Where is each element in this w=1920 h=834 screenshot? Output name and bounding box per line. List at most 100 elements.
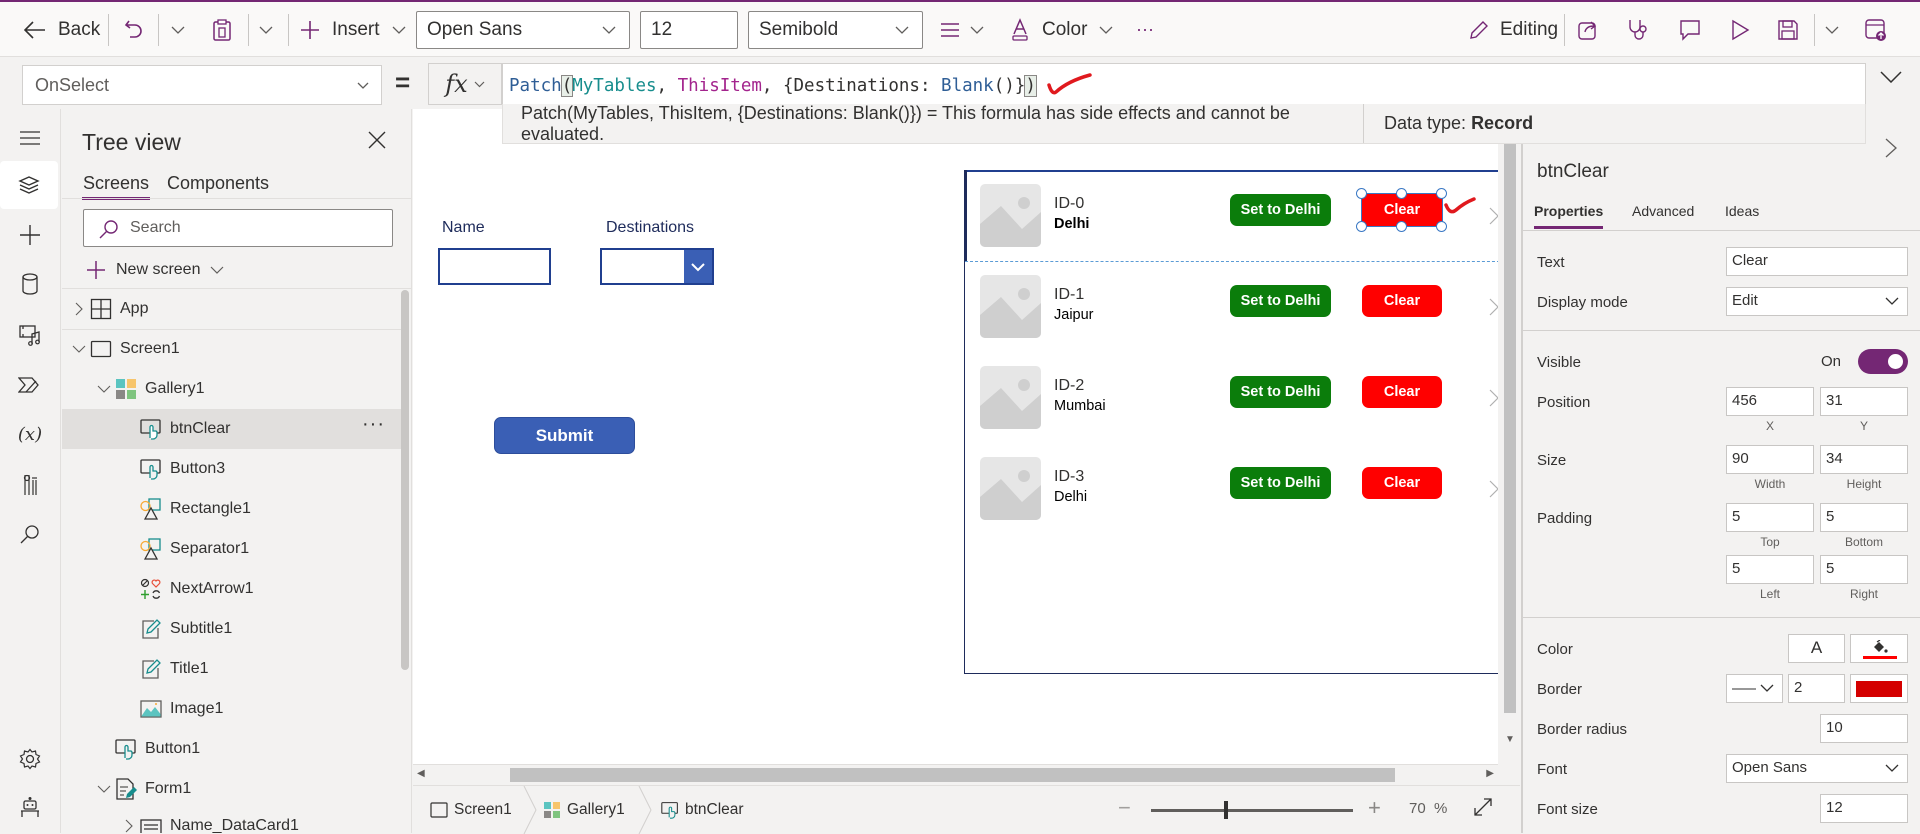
gallery-row[interactable]: ID-0 Delhi Set to Delhi Clear: [965, 171, 1498, 262]
rail-search-button[interactable]: [0, 510, 60, 558]
tree-item-btnclear[interactable]: btnClear ···: [62, 409, 402, 449]
resize-handle[interactable]: [1356, 188, 1367, 199]
collapse-panel-button[interactable]: [1885, 138, 1897, 158]
tree-item-form1[interactable]: Form1: [62, 769, 402, 809]
gallery[interactable]: ID-0 Delhi Set to Delhi Clear ID-1 Jaipu…: [964, 170, 1498, 674]
padding-top-input[interactable]: 5: [1726, 503, 1814, 532]
resize-handle[interactable]: [1356, 221, 1367, 232]
canvas-vertical-scrollbar[interactable]: ▼: [1501, 129, 1518, 747]
publish-button[interactable]: [1862, 16, 1890, 44]
rail-power-automate-button[interactable]: [0, 361, 60, 409]
visible-toggle[interactable]: [1858, 349, 1908, 374]
tab-advanced[interactable]: Advanced: [1632, 203, 1694, 219]
comments-button[interactable]: [1676, 16, 1704, 44]
set-to-delhi-button[interactable]: Set to Delhi: [1230, 376, 1331, 408]
scroll-left-arrow[interactable]: ◀: [417, 768, 425, 779]
tree-item-app[interactable]: App: [62, 289, 402, 329]
border-radius-input[interactable]: 10: [1820, 714, 1908, 743]
set-to-delhi-button[interactable]: Set to Delhi: [1230, 194, 1331, 226]
chevron-right-icon[interactable]: [1489, 480, 1498, 498]
rail-menu-button[interactable]: [0, 114, 60, 162]
tree-item-gallery1[interactable]: Gallery1: [62, 369, 402, 409]
position-x-input[interactable]: 456: [1726, 387, 1814, 416]
new-screen-button[interactable]: New screen: [86, 255, 224, 285]
padding-bottom-input[interactable]: 5: [1820, 503, 1908, 532]
tree-item-nextarrow1[interactable]: NextArrow1: [62, 569, 402, 609]
resize-handle[interactable]: [1396, 221, 1407, 232]
resize-handle[interactable]: [1436, 221, 1447, 232]
set-to-delhi-button[interactable]: Set to Delhi: [1230, 285, 1331, 317]
tree-search-input[interactable]: Search: [83, 209, 393, 247]
breadcrumb-gallery1[interactable]: Gallery1: [543, 798, 625, 822]
tree-item-name-datacard1[interactable]: Name_DataCard1: [62, 809, 402, 833]
zoom-slider[interactable]: [1151, 801, 1353, 819]
submit-button[interactable]: Submit: [494, 417, 635, 454]
tree-item-rectangle1[interactable]: Rectangle1: [62, 489, 402, 529]
breadcrumb-btnclear[interactable]: btnClear: [661, 798, 744, 822]
dropdown-toggle[interactable]: [684, 250, 712, 283]
scroll-down-arrow[interactable]: ▼: [1505, 734, 1515, 745]
close-tree-view-button[interactable]: [368, 131, 386, 149]
rail-advanced-tools-button[interactable]: [0, 461, 60, 509]
expand-formula-button[interactable]: [1880, 71, 1902, 83]
font-size-input[interactable]: 12: [1820, 794, 1908, 823]
formula-input[interactable]: Patch(MyTables, ThisItem, {Destinations:…: [502, 63, 1866, 105]
share-button[interactable]: [1574, 16, 1602, 44]
text-color-button[interactable]: A: [1788, 634, 1845, 663]
tree-item-button3[interactable]: Button3: [62, 449, 402, 489]
font-weight-select[interactable]: Semibold: [748, 11, 923, 49]
scrollbar-thumb[interactable]: [510, 768, 1395, 782]
tree-item-separator1[interactable]: Separator1: [62, 529, 402, 569]
tab-components[interactable]: Components: [167, 173, 269, 194]
paste-dropdown-button[interactable]: [252, 16, 280, 44]
clear-button[interactable]: Clear: [1362, 285, 1442, 317]
scrollbar-thumb[interactable]: [1504, 133, 1516, 713]
insert-button[interactable]: Insert: [300, 2, 406, 57]
border-style-select[interactable]: [1726, 674, 1783, 703]
rail-settings-button[interactable]: [0, 735, 60, 783]
scroll-right-arrow[interactable]: ▶: [1486, 768, 1494, 779]
tab-properties[interactable]: Properties: [1534, 203, 1604, 229]
more-options-button[interactable]: ···: [1136, 2, 1154, 57]
border-width-input[interactable]: 2: [1788, 674, 1845, 703]
font-family-select[interactable]: Open Sans: [416, 11, 630, 49]
tree-item-subtitle1[interactable]: Subtitle1: [62, 609, 402, 649]
tree-item-button1[interactable]: Button1: [62, 729, 402, 769]
set-to-delhi-button[interactable]: Set to Delhi: [1230, 467, 1331, 499]
gallery-row[interactable]: ID-3 Delhi Set to Delhi Clear: [965, 444, 1498, 535]
text-prop-input[interactable]: Clear: [1726, 247, 1908, 276]
height-input[interactable]: 34: [1820, 445, 1908, 474]
paste-button[interactable]: [208, 16, 236, 44]
undo-button[interactable]: [120, 16, 148, 44]
tree-item-title1[interactable]: Title1: [62, 649, 402, 689]
chevron-right-icon[interactable]: [1489, 207, 1498, 225]
zoom-out-button[interactable]: −: [1118, 795, 1131, 821]
property-select[interactable]: OnSelect: [22, 65, 382, 105]
zoom-in-button[interactable]: +: [1368, 795, 1381, 821]
border-color-button[interactable]: [1850, 674, 1908, 703]
color-button[interactable]: Color: [1010, 2, 1113, 57]
width-input[interactable]: 90: [1726, 445, 1814, 474]
clear-button[interactable]: Clear: [1362, 467, 1442, 499]
gallery-row[interactable]: ID-2 Mumbai Set to Delhi Clear: [965, 353, 1498, 444]
tree-item-image1[interactable]: Image1: [62, 689, 402, 729]
fit-to-window-button[interactable]: [1473, 797, 1493, 817]
chevron-right-icon[interactable]: [1489, 298, 1498, 316]
gallery-row[interactable]: ID-1 Jaipur Set to Delhi Clear: [965, 262, 1498, 353]
rail-tree-view-button[interactable]: [0, 161, 58, 209]
preview-play-button[interactable]: [1726, 16, 1754, 44]
rail-virtual-agent-button[interactable]: [0, 783, 60, 831]
tree-scrollbar[interactable]: [401, 290, 409, 670]
rail-insert-button[interactable]: [0, 211, 60, 259]
name-text-input[interactable]: [438, 248, 551, 285]
zoom-slider-thumb[interactable]: [1223, 801, 1228, 819]
clear-button[interactable]: Clear: [1362, 376, 1442, 408]
rail-media-button[interactable]: [0, 311, 60, 359]
app-checker-button[interactable]: [1624, 16, 1652, 44]
position-y-input[interactable]: 31: [1820, 387, 1908, 416]
save-button[interactable]: [1774, 16, 1802, 44]
tree-item-screen1[interactable]: Screen1: [62, 329, 402, 369]
tree-item-more-button[interactable]: ···: [362, 413, 385, 436]
font-size-input[interactable]: 12: [640, 11, 738, 49]
save-dropdown-button[interactable]: [1818, 16, 1846, 44]
